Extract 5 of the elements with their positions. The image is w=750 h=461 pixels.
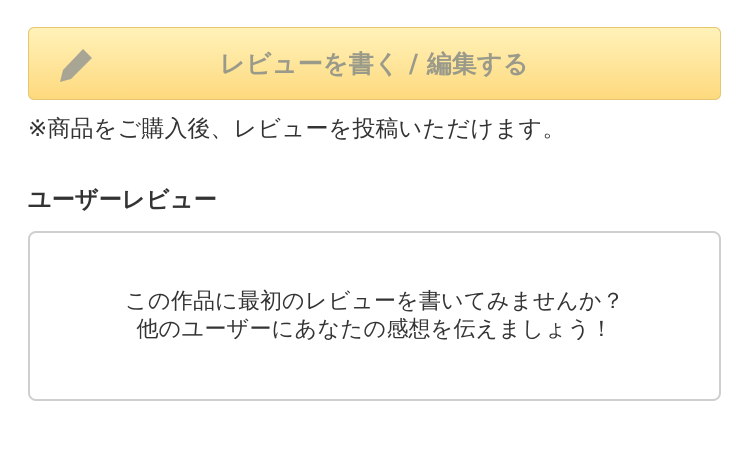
purchase-note: ※商品をご購入後、レビューを投稿いただけます。 — [28, 115, 566, 144]
pencil-icon — [57, 46, 95, 84]
empty-message-line: 他のユーザーにあなたの感想を伝えましょう！ — [136, 316, 612, 344]
reviews-heading: ユーザーレビュー — [28, 186, 218, 214]
empty-message-line: この作品に最初のレビューを書いてみませんか？ — [125, 288, 624, 316]
